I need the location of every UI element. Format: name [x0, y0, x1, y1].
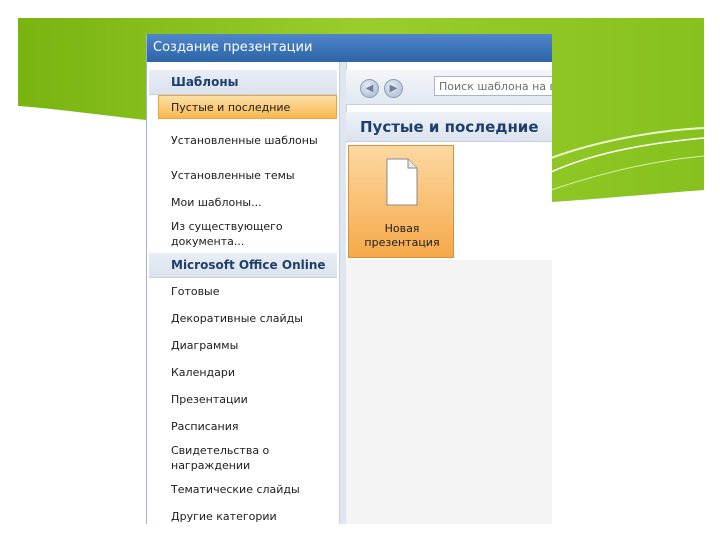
nav-item-my-templates[interactable]: Мои шаблоны... — [149, 189, 337, 215]
back-button[interactable]: ◀ — [360, 79, 379, 98]
forward-button[interactable]: ▶ — [384, 79, 403, 98]
section-office-online: Microsoft Office Online — [149, 253, 337, 278]
nav-item-schedules[interactable]: Расписания — [149, 413, 337, 440]
new-presentation-tile[interactable]: Новая презентация — [348, 145, 454, 258]
nav-item-thematic-slides[interactable]: Тематические слайды — [149, 476, 337, 503]
nav-item-presentations[interactable]: Презентации — [149, 386, 337, 413]
template-gallery: Новая презентация — [346, 143, 552, 524]
toolbar: ◀ ▶ Поиск шаблона на веб-узле Microsoft … — [346, 70, 552, 105]
nav-item-calendars[interactable]: Календари — [149, 359, 337, 386]
nav-item-certificates[interactable]: Свидетельства о награждении — [149, 440, 337, 476]
nav-item-decorative-slides[interactable]: Декоративные слайды — [149, 305, 337, 332]
left-pane: Шаблоны Пустые и последние Установленные… — [149, 70, 337, 524]
nav-item-installed-themes[interactable]: Установленные темы — [149, 161, 337, 189]
nav-item-blank-recent[interactable]: Пустые и последние — [158, 95, 337, 119]
nav-item-from-existing[interactable]: Из существующего документа... — [149, 215, 337, 253]
search-input[interactable]: Поиск шаблона на веб-узле Microsoft Offi… — [434, 76, 552, 96]
nav-item-other-categories[interactable]: Другие категории — [149, 503, 337, 524]
dialog-title: Создание презентации — [147, 34, 552, 62]
arrow-right-icon: ▶ — [389, 83, 398, 94]
right-pane-header: Пустые и последние — [346, 112, 552, 142]
arrow-left-icon: ◀ — [365, 83, 374, 94]
section-templates: Шаблоны — [149, 70, 337, 95]
nav-item-ready[interactable]: Готовые — [149, 278, 337, 305]
tile-label: Новая презентация — [364, 222, 440, 249]
gallery-row: Новая презентация — [346, 143, 552, 260]
nav-item-installed-templates[interactable]: Установленные шаблоны — [149, 119, 337, 161]
new-presentation-dialog: Создание презентации Шаблоны Пустые и по… — [146, 34, 552, 524]
blank-document-icon — [386, 158, 418, 206]
nav-item-diagrams[interactable]: Диаграммы — [149, 332, 337, 359]
